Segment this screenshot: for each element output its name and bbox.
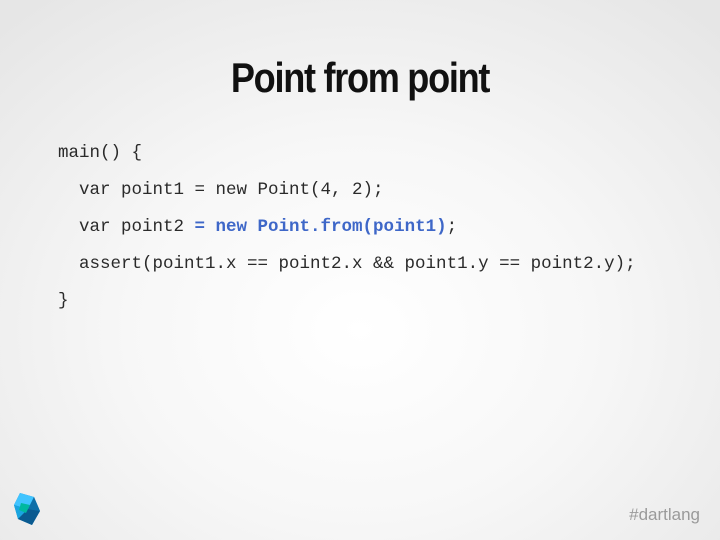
code-line-3-start: var point2 [58,217,195,237]
slide: Point from point main() { var point1 = n… [0,0,720,540]
code-line-5: } [58,291,69,311]
slide-title: Point from point [230,54,491,101]
code-line-3-end: ; [446,217,458,237]
dart-logo-icon [12,491,42,527]
code-block: main() { var point1 = new Point(4, 2); v… [58,138,698,323]
code-highlight: = new Point.from(point1) [194,217,447,237]
code-line-2: var point1 = new Point(4, 2); [58,180,384,200]
code-line-4: assert(point1.x == point2.x && point1.y … [58,254,636,274]
code-line-3: var point2 = new Point.from(point1); [58,212,698,249]
hashtag-label: #dartlang [629,505,700,524]
code-line-1: main() { [58,143,143,163]
